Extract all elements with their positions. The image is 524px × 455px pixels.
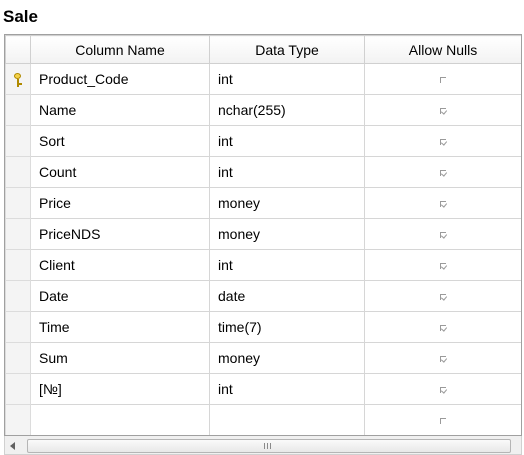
data-type-cell[interactable]: int xyxy=(209,63,365,95)
allow-nulls-cell xyxy=(364,249,521,281)
horizontal-scrollbar[interactable] xyxy=(4,436,522,455)
row-selector[interactable] xyxy=(5,187,31,219)
row-selector[interactable] xyxy=(5,94,31,126)
row-selector[interactable] xyxy=(5,63,31,95)
data-type-cell[interactable]: money xyxy=(209,218,365,250)
allow-nulls-cell xyxy=(364,373,521,405)
column-name-cell[interactable]: Sum xyxy=(30,342,210,374)
table-title: Sale xyxy=(3,7,38,26)
data-type-cell[interactable]: time(7) xyxy=(209,311,365,343)
allow-nulls-checkbox[interactable] xyxy=(440,325,448,332)
table-row[interactable]: Sort int xyxy=(5,125,521,157)
row-selector[interactable] xyxy=(5,404,31,435)
table-row[interactable]: Date date xyxy=(5,280,521,312)
grip-icon xyxy=(264,443,273,449)
column-name-cell[interactable]: Client xyxy=(30,249,210,281)
columns-body: Product_Code int Name nchar(255) Sort int Coun… xyxy=(5,63,521,435)
table-row[interactable] xyxy=(5,404,521,435)
allow-nulls-checkbox[interactable] xyxy=(440,232,448,239)
table-row[interactable]: Client int xyxy=(5,249,521,281)
column-name-cell[interactable]: Product_Code xyxy=(30,63,210,95)
allow-nulls-cell xyxy=(364,156,521,188)
table-row[interactable]: Price money xyxy=(5,187,521,219)
data-type-cell[interactable]: int xyxy=(209,249,365,281)
allow-nulls-checkbox[interactable] xyxy=(440,263,448,270)
allow-nulls-checkbox[interactable] xyxy=(440,356,448,363)
row-selector[interactable] xyxy=(5,125,31,157)
table-row[interactable]: [№] int xyxy=(5,373,521,405)
row-selector[interactable] xyxy=(5,373,31,405)
table-row[interactable]: Sum money xyxy=(5,342,521,374)
allow-nulls-checkbox[interactable] xyxy=(440,387,448,394)
column-name-cell[interactable]: [№] xyxy=(30,373,210,405)
column-name-cell[interactable]: Date xyxy=(30,280,210,312)
header-row: Column Name Data Type Allow Nulls xyxy=(5,35,521,64)
data-type-header[interactable]: Data Type xyxy=(209,35,365,64)
table-row[interactable]: PriceNDS money xyxy=(5,218,521,250)
data-type-cell[interactable]: nchar(255) xyxy=(209,94,365,126)
allow-nulls-checkbox[interactable] xyxy=(440,418,446,425)
row-selector[interactable] xyxy=(5,342,31,374)
row-selector[interactable] xyxy=(5,311,31,343)
data-type-cell[interactable]: money xyxy=(209,187,365,219)
allow-nulls-cell xyxy=(364,94,521,126)
column-name-cell[interactable]: Name xyxy=(30,94,210,126)
column-name-cell[interactable]: Price xyxy=(30,187,210,219)
table-row[interactable]: Name nchar(255) xyxy=(5,94,521,126)
allow-nulls-checkbox[interactable] xyxy=(440,139,448,146)
allow-nulls-cell xyxy=(364,218,521,250)
scroll-left-arrow-icon[interactable] xyxy=(10,442,15,450)
column-grid: Column Name Data Type Allow Nulls Produc… xyxy=(4,34,522,436)
data-type-cell[interactable]: money xyxy=(209,342,365,374)
data-type-cell[interactable] xyxy=(209,404,365,435)
allow-nulls-cell xyxy=(364,311,521,343)
allow-nulls-header[interactable]: Allow Nulls xyxy=(364,35,521,64)
table-row[interactable]: Time time(7) xyxy=(5,311,521,343)
columns-table: Column Name Data Type Allow Nulls Produc… xyxy=(5,35,521,435)
column-name-cell[interactable]: Sort xyxy=(30,125,210,157)
allow-nulls-checkbox[interactable] xyxy=(440,170,448,177)
allow-nulls-cell xyxy=(364,187,521,219)
row-selector[interactable] xyxy=(5,156,31,188)
allow-nulls-cell xyxy=(364,342,521,374)
data-type-cell[interactable]: int xyxy=(209,156,365,188)
column-name-cell[interactable]: Time xyxy=(30,311,210,343)
scrollbar-thumb[interactable] xyxy=(27,439,511,453)
column-name-cell[interactable]: PriceNDS xyxy=(30,218,210,250)
allow-nulls-checkbox[interactable] xyxy=(440,201,448,208)
data-type-cell[interactable]: date xyxy=(209,280,365,312)
table-row[interactable]: Count int xyxy=(5,156,521,188)
column-name-header[interactable]: Column Name xyxy=(30,35,210,64)
data-type-cell[interactable]: int xyxy=(209,373,365,405)
allow-nulls-cell xyxy=(364,63,521,95)
row-selector[interactable] xyxy=(5,280,31,312)
column-name-cell[interactable]: Count xyxy=(30,156,210,188)
column-name-cell[interactable] xyxy=(30,404,210,435)
data-type-cell[interactable]: int xyxy=(209,125,365,157)
allow-nulls-cell xyxy=(364,280,521,312)
row-selector-header xyxy=(5,35,31,64)
allow-nulls-cell xyxy=(364,404,521,435)
row-selector[interactable] xyxy=(5,249,31,281)
row-selector[interactable] xyxy=(5,218,31,250)
allow-nulls-checkbox[interactable] xyxy=(440,294,448,301)
allow-nulls-checkbox[interactable] xyxy=(440,77,446,84)
table-row[interactable]: Product_Code int xyxy=(5,63,521,95)
allow-nulls-checkbox[interactable] xyxy=(440,108,448,115)
allow-nulls-cell xyxy=(364,125,521,157)
primary-key-icon xyxy=(13,73,23,88)
